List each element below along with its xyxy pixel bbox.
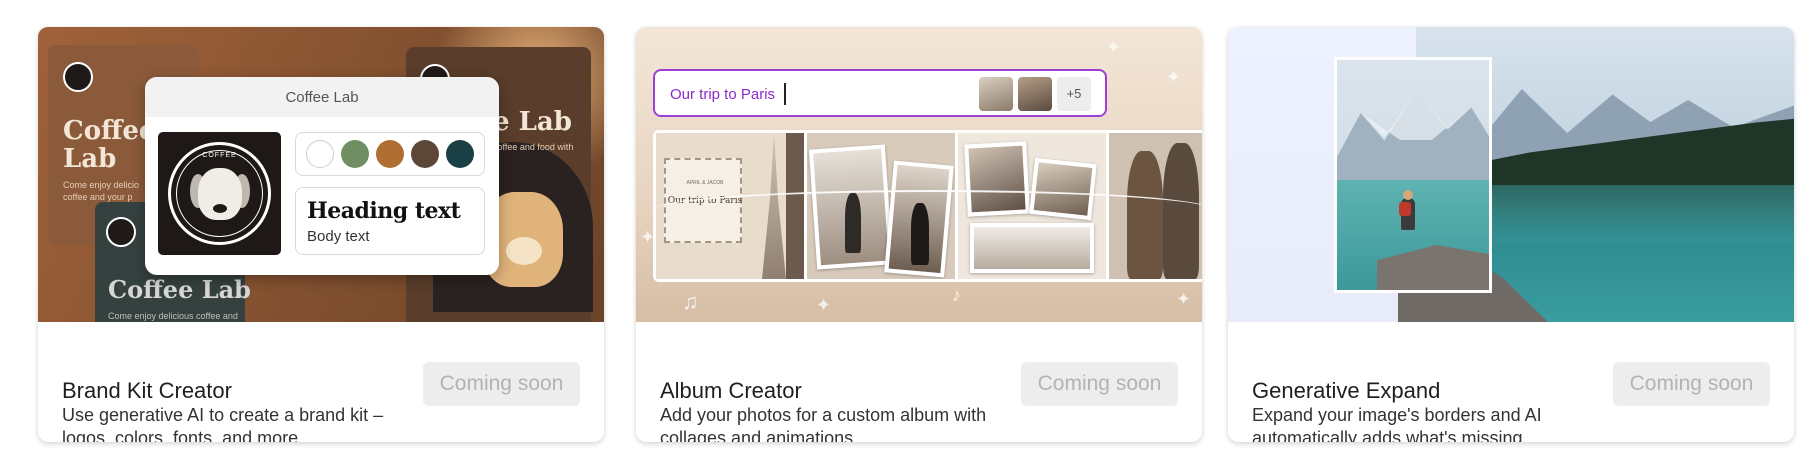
sparkle-icon: ✦ [816,295,832,315]
decorative-wave [653,190,1202,230]
prompt-text: Our trip to Paris [670,86,776,103]
card-info: Album Creator Add your photos for a cust… [636,322,1202,442]
note-names: APRIL & JACOB [686,180,724,186]
hiker-backpack [1399,202,1411,216]
feature-cards: Coffee Lab Come enjoy delicio coffee and… [0,0,1814,470]
small-logo-icon [63,62,93,92]
color-swatch [446,140,474,168]
bg-title: Coffee Lab [108,275,251,304]
bg-small-text: Come enjoy delicio coffee and your p [63,180,140,202]
brand-kit-preview: Coffee Lab Come enjoy delicio coffee and… [38,27,604,322]
brand-logo: COFFEE [158,132,281,255]
expand-preview [1228,27,1794,322]
photo-thumbnail [1018,77,1052,111]
brand-kit-card[interactable]: Coffee Lab Come enjoy delicio coffee and… [38,27,604,442]
more-photos-badge: +5 [1057,77,1091,111]
bg-title: e Lab [493,107,572,137]
album-creator-card[interactable]: ✦ ✦ ✦ ✦ ✦ ♫ ♪ Our trip to Paris +5 APRIL… [636,27,1202,442]
card-info: Generative Expand Expand your image's bo… [1228,322,1794,442]
color-swatch [411,140,439,168]
dog-snout [506,237,542,265]
photo-thumbnail [979,77,1013,111]
coming-soon-button[interactable]: Coming soon [1613,362,1770,406]
album-preview: ✦ ✦ ✦ ✦ ✦ ♫ ♪ Our trip to Paris +5 APRIL… [636,27,1202,322]
sparkle-icon: ✦ [1166,67,1182,87]
color-swatch [306,140,334,168]
small-logo-icon [106,217,136,247]
body-sample: Body text [307,228,370,245]
card-description: Add your photos for a custom album with … [660,405,987,442]
dog-nose [213,204,227,213]
font-sample: Heading text Body text [295,187,485,255]
music-note-icon: ♪ [952,285,961,305]
card-title: Brand Kit Creator [62,378,232,403]
text-caret [784,83,786,105]
original-image-frame [1334,57,1492,293]
sparkle-icon: ✦ [1106,37,1122,57]
card-title: Generative Expand [1252,378,1441,403]
hiker-head [1403,190,1413,200]
album-prompt-input[interactable]: Our trip to Paris +5 [653,69,1107,117]
card-info: Brand Kit Creator Use generative AI to c… [38,322,604,442]
brand-kit-panel: Coffee Lab COFFEE Heading text Body text [145,77,499,275]
panel-title: Coffee Lab [285,89,359,106]
color-swatch [376,140,404,168]
stamp-photo [970,223,1094,273]
card-description: Expand your image's borders and AI autom… [1252,405,1542,442]
coming-soon-button[interactable]: Coming soon [423,362,580,406]
coming-soon-button[interactable]: Coming soon [1021,362,1178,406]
color-swatches [295,132,485,176]
heading-sample: Heading text [307,198,461,224]
logo-text: COFFEE [202,152,237,159]
album-collage-strip: APRIL & JACOB Our trip to Paris [653,130,1202,282]
card-title: Album Creator [660,378,802,403]
color-swatch [341,140,369,168]
bg-small-text: coffee and food with [493,142,574,152]
generative-expand-card[interactable]: Generative Expand Expand your image's bo… [1228,27,1794,442]
bg-small-text: Come enjoy delicious coffee and [108,311,238,321]
card-description: Use generative AI to create a brand kit … [62,405,384,442]
sparkle-icon: ✦ [1176,289,1192,309]
music-note-icon: ♫ [682,289,699,314]
